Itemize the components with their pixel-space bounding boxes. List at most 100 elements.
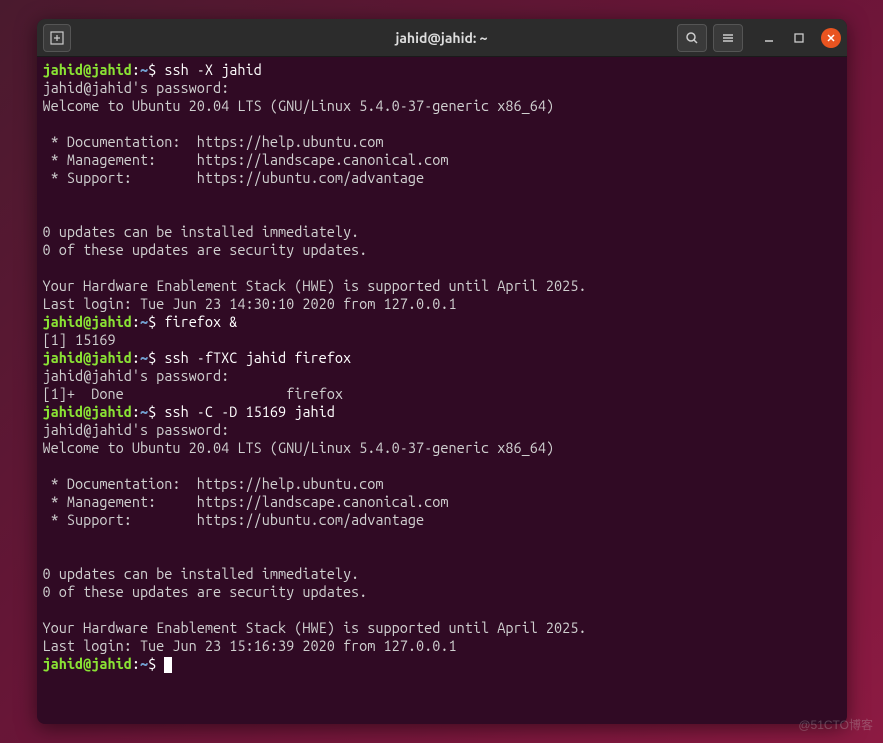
output-line: jahid@jahid's password: bbox=[43, 367, 841, 385]
output-line bbox=[43, 115, 841, 133]
prompt-user-host: jahid@jahid bbox=[43, 655, 132, 672]
output-line: * Management: https://landscape.canonica… bbox=[43, 151, 841, 169]
output-line: * Support: https://ubuntu.com/advantage bbox=[43, 511, 841, 529]
output-line: 0 of these updates are security updates. bbox=[43, 583, 841, 601]
output-line: Welcome to Ubuntu 20.04 LTS (GNU/Linux 5… bbox=[43, 439, 841, 457]
output-line: Last login: Tue Jun 23 15:16:39 2020 fro… bbox=[43, 637, 841, 655]
search-icon bbox=[685, 31, 699, 45]
output-text: * Documentation: https://help.ubuntu.com bbox=[43, 133, 384, 150]
prompt-symbol: $ bbox=[148, 61, 164, 78]
minimize-icon bbox=[763, 32, 775, 44]
output-line: Welcome to Ubuntu 20.04 LTS (GNU/Linux 5… bbox=[43, 97, 841, 115]
output-line bbox=[43, 601, 841, 619]
output-text: Welcome to Ubuntu 20.04 LTS (GNU/Linux 5… bbox=[43, 97, 555, 114]
prompt-user-host: jahid@jahid bbox=[43, 313, 132, 330]
output-text: Welcome to Ubuntu 20.04 LTS (GNU/Linux 5… bbox=[43, 439, 555, 456]
prompt-path: ~ bbox=[140, 403, 148, 420]
output-text: Last login: Tue Jun 23 15:16:39 2020 fro… bbox=[43, 637, 457, 654]
output-text: [1] 15169 bbox=[43, 331, 116, 348]
output-line bbox=[43, 547, 841, 565]
terminal-body[interactable]: jahid@jahid:~$ ssh -X jahidjahid@jahid's… bbox=[37, 57, 847, 724]
prompt-user-host: jahid@jahid bbox=[43, 403, 132, 420]
output-text: Last login: Tue Jun 23 14:30:10 2020 fro… bbox=[43, 295, 457, 312]
output-line: jahid@jahid's password: bbox=[43, 79, 841, 97]
prompt-symbol: $ bbox=[148, 313, 164, 330]
minimize-button[interactable] bbox=[761, 30, 777, 46]
output-text bbox=[43, 547, 51, 564]
prompt-path: ~ bbox=[140, 655, 148, 672]
output-text: 0 updates can be installed immediately. bbox=[43, 223, 360, 240]
window-controls bbox=[761, 28, 841, 48]
prompt-separator: : bbox=[132, 313, 140, 330]
output-text: * Support: https://ubuntu.com/advantage bbox=[43, 169, 425, 186]
cursor bbox=[164, 657, 172, 673]
prompt-separator: : bbox=[132, 61, 140, 78]
output-line bbox=[43, 205, 841, 223]
prompt-path: ~ bbox=[140, 61, 148, 78]
output-text bbox=[43, 187, 51, 204]
prompt-separator: : bbox=[132, 655, 140, 672]
prompt-separator: : bbox=[132, 349, 140, 366]
search-button[interactable] bbox=[677, 24, 707, 52]
titlebar-right bbox=[677, 24, 841, 52]
output-text: 0 of these updates are security updates. bbox=[43, 583, 368, 600]
prompt-path: ~ bbox=[140, 313, 148, 330]
output-line: 0 updates can be installed immediately. bbox=[43, 223, 841, 241]
prompt-separator: : bbox=[132, 403, 140, 420]
output-line: * Support: https://ubuntu.com/advantage bbox=[43, 169, 841, 187]
new-tab-icon bbox=[50, 31, 64, 45]
output-text: Your Hardware Enablement Stack (HWE) is … bbox=[43, 619, 587, 636]
output-text bbox=[43, 457, 51, 474]
new-tab-button[interactable] bbox=[43, 24, 71, 52]
prompt-line: jahid@jahid:~$ ssh -X jahid bbox=[43, 61, 841, 79]
output-line: [1] 15169 bbox=[43, 331, 841, 349]
output-text bbox=[43, 115, 51, 132]
output-text bbox=[43, 601, 51, 618]
output-text bbox=[43, 205, 51, 222]
output-line: Last login: Tue Jun 23 14:30:10 2020 fro… bbox=[43, 295, 841, 313]
output-line: * Documentation: https://help.ubuntu.com bbox=[43, 475, 841, 493]
terminal-window: jahid@jahid: ~ bbox=[37, 19, 847, 724]
output-text bbox=[43, 529, 51, 546]
output-line: Your Hardware Enablement Stack (HWE) is … bbox=[43, 619, 841, 637]
prompt-user-host: jahid@jahid bbox=[43, 61, 132, 78]
output-line: * Management: https://landscape.canonica… bbox=[43, 493, 841, 511]
output-line: jahid@jahid's password: bbox=[43, 421, 841, 439]
maximize-icon bbox=[793, 32, 805, 44]
prompt-line: jahid@jahid:~$ firefox & bbox=[43, 313, 841, 331]
prompt-line: jahid@jahid:~$ ssh -C -D 15169 jahid bbox=[43, 403, 841, 421]
titlebar: jahid@jahid: ~ bbox=[37, 19, 847, 57]
prompt-symbol: $ bbox=[148, 403, 164, 420]
command-text: ssh -C -D 15169 jahid bbox=[164, 403, 335, 420]
hamburger-icon bbox=[721, 31, 735, 45]
output-line: 0 of these updates are security updates. bbox=[43, 241, 841, 259]
command-text: ssh -X jahid bbox=[164, 61, 261, 78]
prompt-path: ~ bbox=[140, 349, 148, 366]
watermark: @51CTO博客 bbox=[798, 716, 873, 733]
output-text: [1]+ Done firefox bbox=[43, 385, 343, 402]
output-line bbox=[43, 187, 841, 205]
output-text: jahid@jahid's password: bbox=[43, 79, 230, 96]
titlebar-left bbox=[43, 24, 71, 52]
prompt-user-host: jahid@jahid bbox=[43, 349, 132, 366]
output-line: [1]+ Done firefox bbox=[43, 385, 841, 403]
prompt-line: jahid@jahid:~$ bbox=[43, 655, 841, 673]
output-text: jahid@jahid's password: bbox=[43, 367, 230, 384]
output-line bbox=[43, 529, 841, 547]
output-line: * Documentation: https://help.ubuntu.com bbox=[43, 133, 841, 151]
prompt-symbol: $ bbox=[148, 655, 164, 672]
output-text: 0 updates can be installed immediately. bbox=[43, 565, 360, 582]
output-line: 0 updates can be installed immediately. bbox=[43, 565, 841, 583]
output-line bbox=[43, 457, 841, 475]
output-text: * Management: https://landscape.canonica… bbox=[43, 151, 449, 168]
close-button[interactable] bbox=[821, 28, 841, 48]
menu-button[interactable] bbox=[713, 24, 743, 52]
maximize-button[interactable] bbox=[791, 30, 807, 46]
output-text: Your Hardware Enablement Stack (HWE) is … bbox=[43, 277, 587, 294]
command-text: ssh -fTXC jahid firefox bbox=[164, 349, 351, 366]
output-line bbox=[43, 259, 841, 277]
prompt-symbol: $ bbox=[148, 349, 164, 366]
output-text: * Support: https://ubuntu.com/advantage bbox=[43, 511, 425, 528]
command-text: firefox & bbox=[164, 313, 237, 330]
output-text: 0 of these updates are security updates. bbox=[43, 241, 368, 258]
